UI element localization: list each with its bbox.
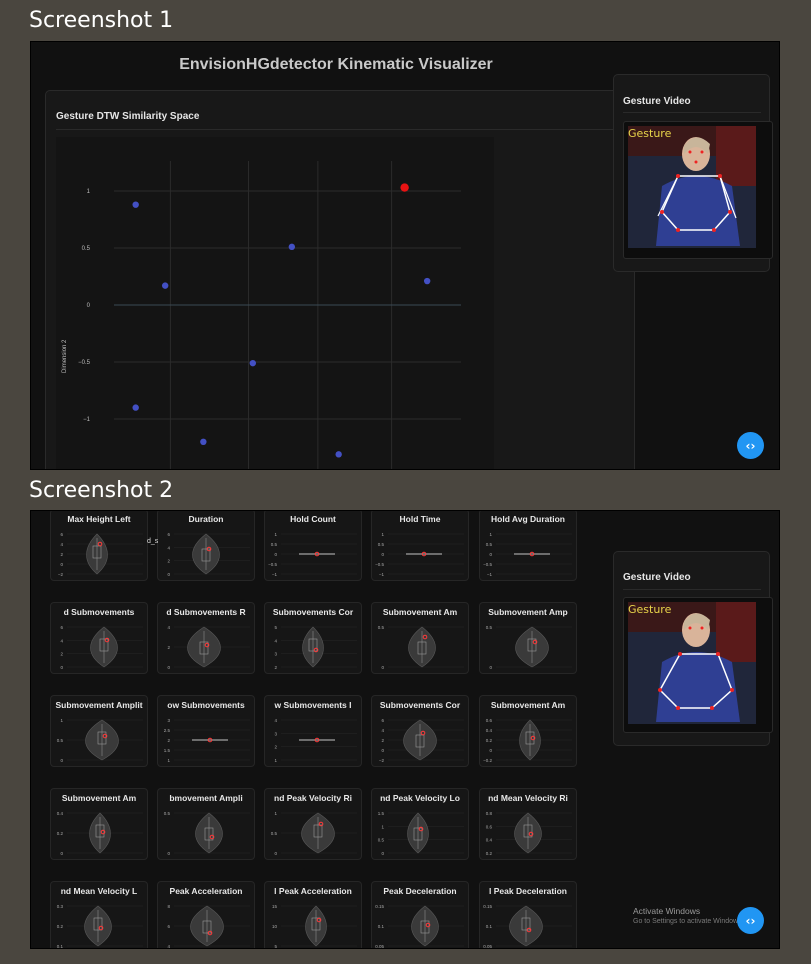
screenshot-2-label: Screenshot 2 bbox=[29, 478, 174, 503]
screenshot-2-frame bbox=[30, 510, 780, 949]
screenshot-1-frame bbox=[30, 41, 780, 470]
screenshot-1-label: Screenshot 1 bbox=[29, 8, 174, 33]
